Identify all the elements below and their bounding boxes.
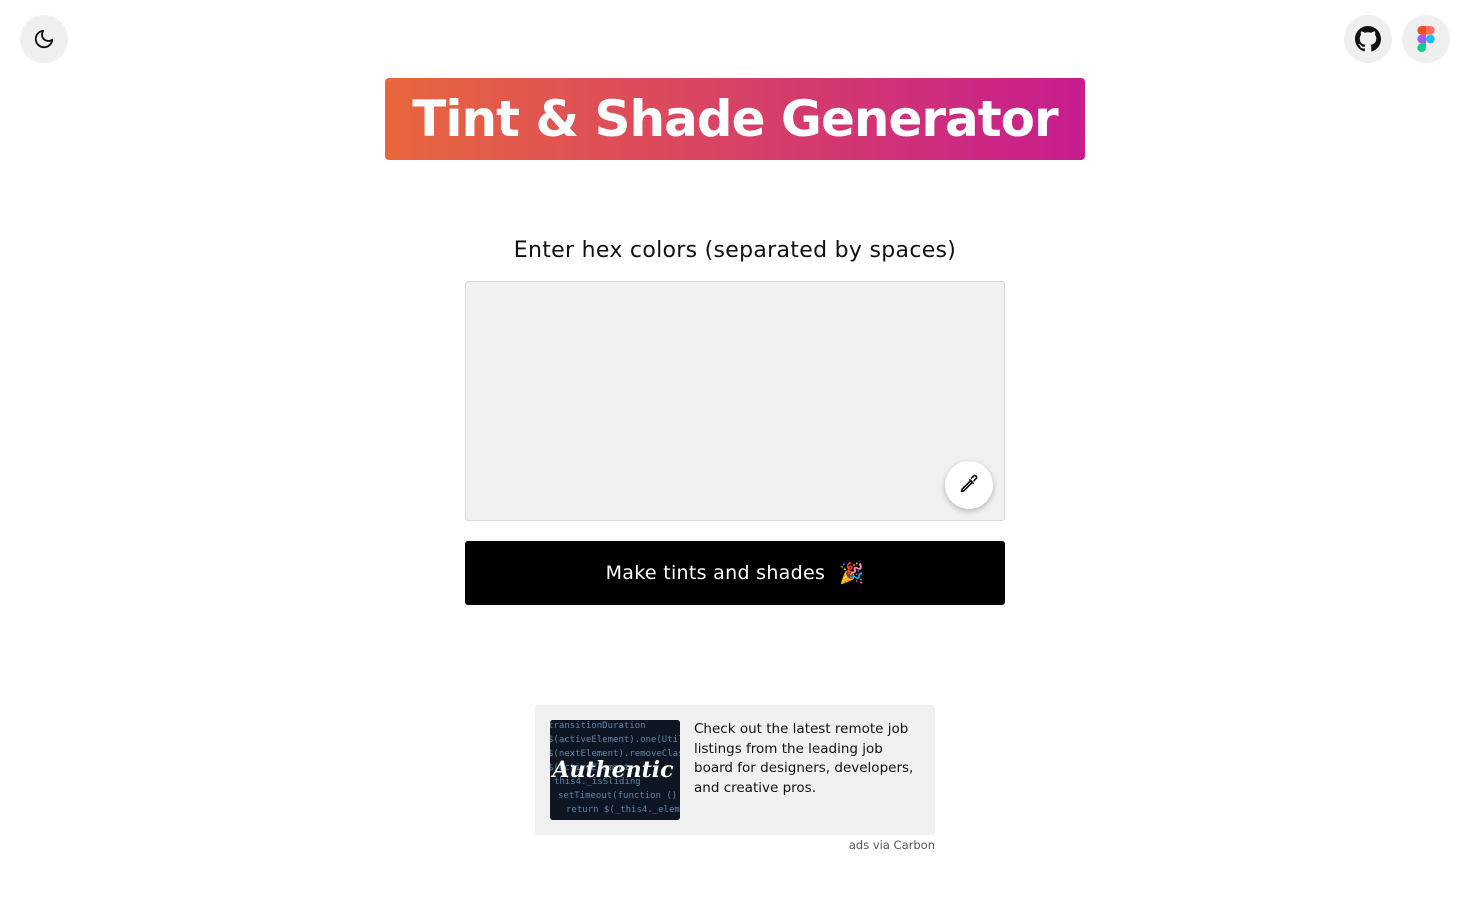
- ad-code-line-6: setTimeout(function () {: [558, 791, 680, 801]
- color-picker-button[interactable]: [945, 461, 993, 509]
- github-icon: [1355, 26, 1381, 52]
- color-input-label: Enter hex colors (separated by spaces): [513, 238, 957, 263]
- ads-via-carbon-link[interactable]: ads via Carbon: [735, 838, 935, 852]
- page-title: Tint & Shade Generator: [412, 90, 1058, 148]
- github-link[interactable]: [1344, 15, 1392, 63]
- figma-link[interactable]: [1402, 15, 1450, 63]
- submit-button-label: Make tints and shades: [605, 562, 826, 584]
- ad-image: transitionDuration $(activeElement).one(…: [550, 720, 680, 820]
- ad-code-line-7: return $(_this4._element: [566, 805, 680, 815]
- ad-description-link[interactable]: Check out the latest remote job listings…: [694, 720, 926, 798]
- color-input-container: [465, 281, 1005, 521]
- theme-toggle-button[interactable]: [20, 15, 68, 63]
- title-banner: Tint & Shade Generator: [385, 78, 1085, 160]
- make-tints-button[interactable]: Make tints and shades 🎉: [465, 541, 1005, 605]
- figma-icon: [1417, 26, 1435, 52]
- carbon-ad: transitionDuration $(activeElement).one(…: [535, 705, 935, 835]
- ad-code-line-2: $(activeElement).one(Util.: [550, 735, 680, 745]
- moon-icon: [33, 28, 55, 50]
- ad-code-line-1: transitionDuration: [550, 721, 646, 731]
- party-popper-icon: 🎉: [839, 561, 865, 585]
- ad-image-link[interactable]: transitionDuration $(activeElement).one(…: [550, 720, 680, 820]
- eyedropper-icon: [959, 474, 979, 497]
- ad-image-word: Authentic: [550, 757, 674, 783]
- color-input[interactable]: [465, 281, 1005, 521]
